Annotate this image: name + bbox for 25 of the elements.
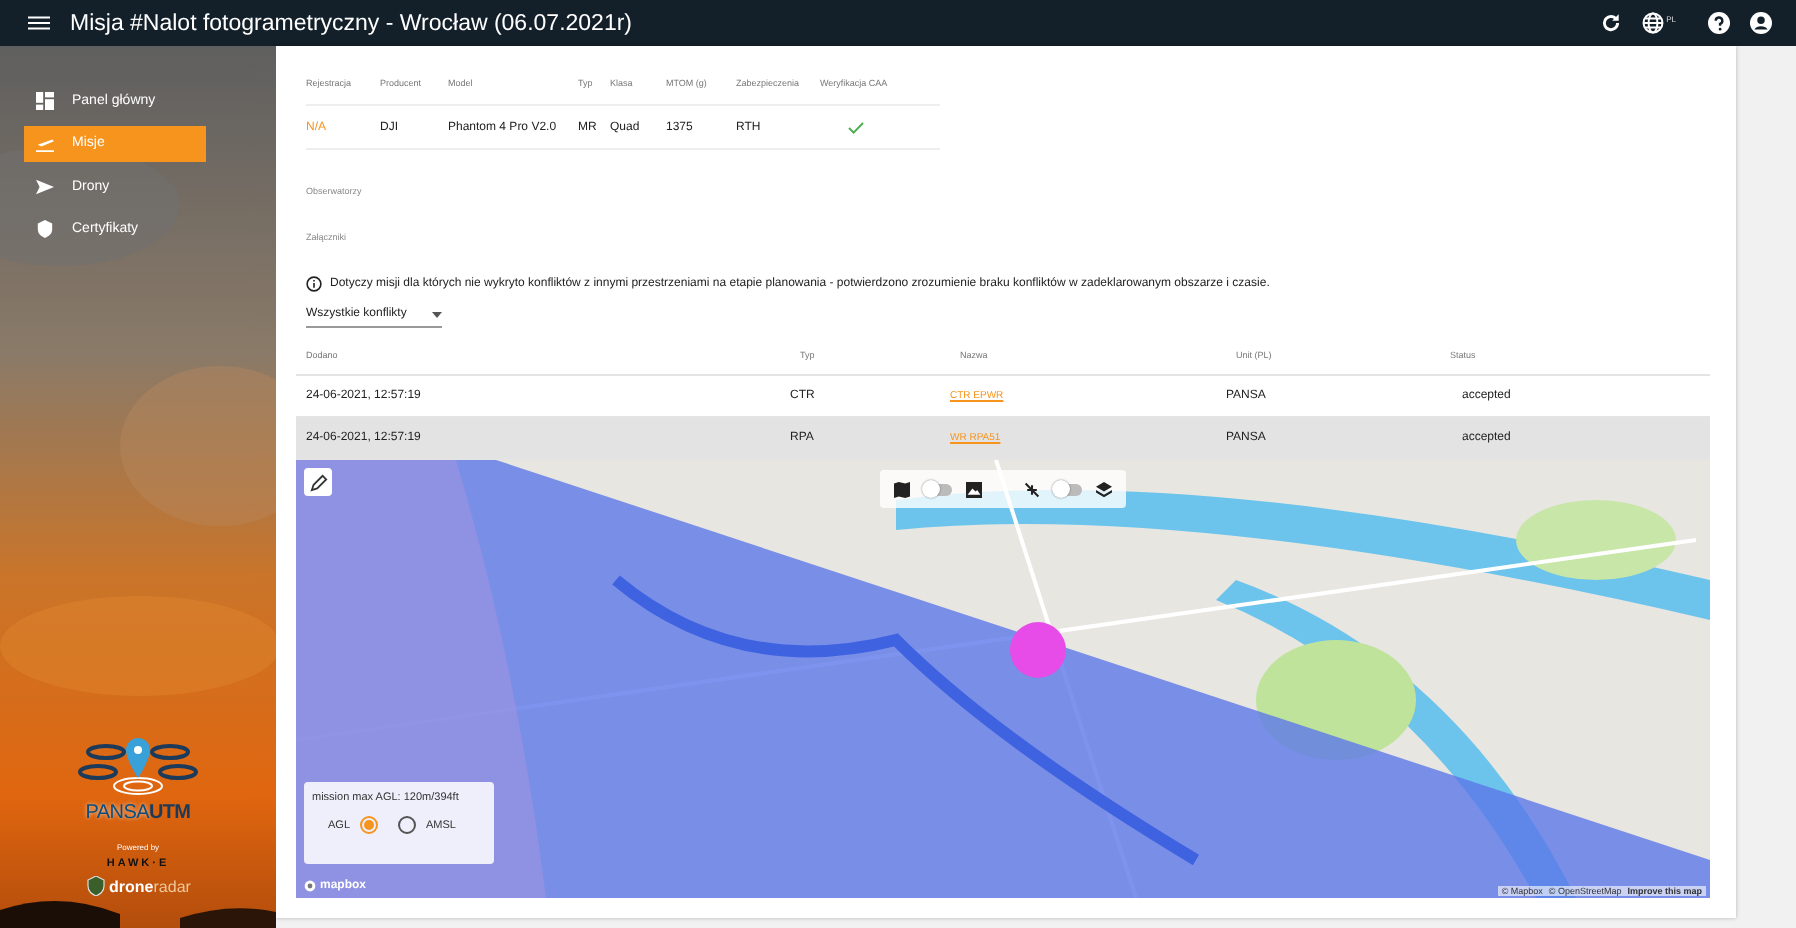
send-icon	[36, 177, 54, 195]
menu-icon[interactable]	[28, 12, 50, 34]
refresh-icon[interactable]	[1600, 12, 1623, 34]
drone-off-icon[interactable]	[1024, 481, 1041, 497]
draw-tool-button[interactable]	[304, 468, 332, 496]
drone-logo-drawing	[76, 734, 200, 798]
map-icon[interactable]	[894, 481, 911, 497]
dashboard-icon	[36, 91, 54, 109]
toggle-switch[interactable]	[924, 483, 953, 495]
image-icon[interactable]	[965, 481, 982, 497]
shield-icon	[36, 220, 54, 238]
page-title: Misja #Nalot fotogrametryczny - Wrocław (06.07.2021r)	[70, 11, 635, 35]
takeoff-icon	[36, 134, 54, 152]
shield-logo-icon	[85, 876, 106, 896]
help-icon[interactable]	[1708, 12, 1730, 34]
info-icon	[306, 276, 322, 292]
layers-icon[interactable]	[1095, 481, 1112, 497]
mapbox-logo-icon	[304, 880, 316, 892]
brand-name: PANSAUTM	[85, 802, 191, 824]
pencil-icon	[309, 473, 327, 491]
caret-icon	[432, 311, 442, 317]
globe-icon[interactable]	[1642, 12, 1665, 34]
account-icon[interactable]	[1750, 12, 1772, 34]
partner-logo-text: droneradar	[109, 877, 191, 895]
toggle-switch[interactable]	[1053, 483, 1082, 495]
